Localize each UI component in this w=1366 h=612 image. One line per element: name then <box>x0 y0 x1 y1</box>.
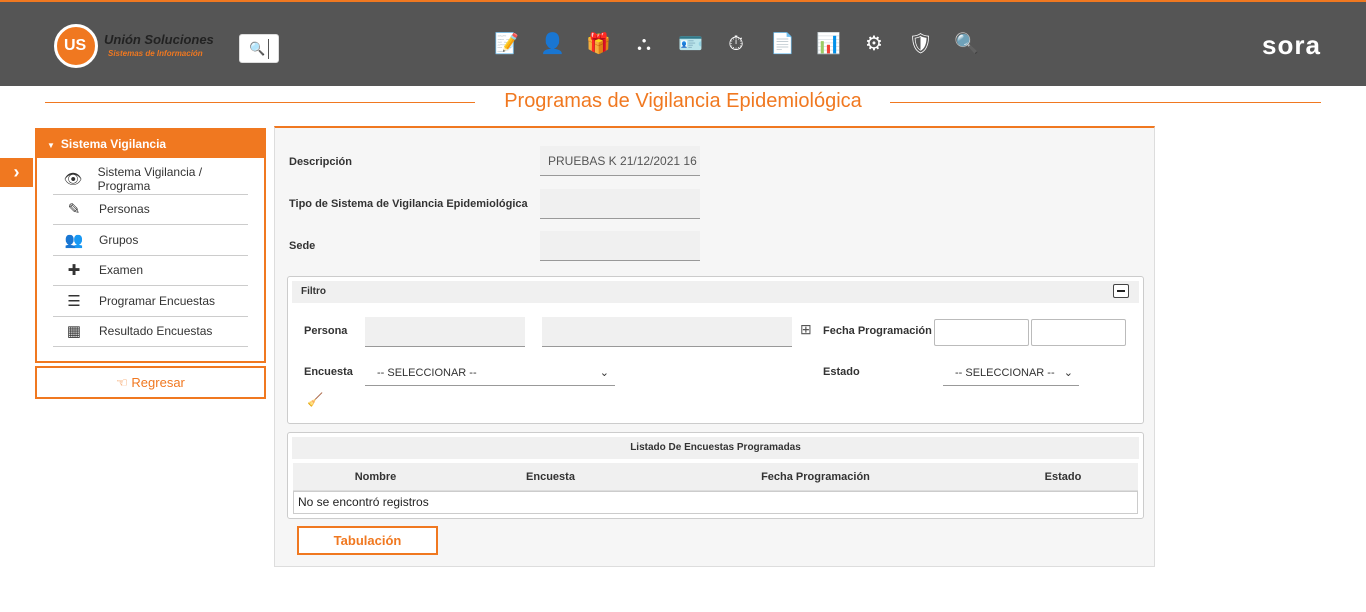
clear-filter-icon[interactable]: 🧹 <box>307 392 323 408</box>
brand-logo: sora <box>1262 30 1321 60</box>
surveys-table-panel: Listado De Encuestas Programadas Nombre … <box>287 432 1144 519</box>
persona-id-input[interactable] <box>365 317 525 347</box>
sidebar-menu: 👁 Sistema Vigilancia / Programa ✎ Personas 👥… <box>37 158 264 347</box>
sidebar-item-label: Grupos <box>99 232 139 247</box>
search-divider <box>268 39 269 59</box>
table-title: Listado De Encuestas Programadas <box>292 437 1139 459</box>
title-rule-right <box>890 102 1321 103</box>
sidebar-title: Sistema Vigilancia <box>60 137 167 151</box>
medkit-shield-icon[interactable]: 🛡 <box>908 32 933 56</box>
estado-label: Estado <box>823 366 860 378</box>
top-bar: US Unión Soluciones Sistemas de Informac… <box>0 0 1366 86</box>
sidebar-item-3[interactable]: 👥 Grupos <box>53 225 248 256</box>
caret-down-icon: ▼ <box>47 141 55 150</box>
sidebar-item-6[interactable]: ▦ Resultado Encuestas <box>53 317 248 347</box>
back-hand-icon: ☜ <box>116 375 128 390</box>
search-icon: 🔍 <box>249 41 266 56</box>
persona-name-input[interactable] <box>542 317 792 347</box>
tabulacion-button[interactable]: Tabulación <box>297 526 438 555</box>
encuesta-label: Encuesta <box>304 366 353 378</box>
logo-subtitle: Sistemas de Información <box>108 49 203 58</box>
sidebar-item-label: Sistema Vigilancia / Programa <box>97 164 203 193</box>
company-logo[interactable]: US Unión Soluciones Sistemas de Informac… <box>54 22 224 70</box>
search-button[interactable]: 🔍 <box>239 34 279 63</box>
sidebar-toggle-button[interactable]: › <box>0 158 33 187</box>
sidebar-item-label: Examen <box>99 263 144 278</box>
sidebar-item-label: Resultado Encuestas <box>99 324 213 339</box>
users-icon: 👥 <box>64 231 84 249</box>
encuesta-select[interactable]: -- SELECCIONAR -- ⌄ <box>365 360 615 386</box>
main-panel: Descripción PRUEBAS K 21/12/2021 16 Tipo… <box>274 126 1155 567</box>
presentation-icon[interactable]: 📊 <box>816 32 841 56</box>
medical-cross-icon: ✚ <box>67 262 81 280</box>
descripcion-label: Descripción <box>289 156 352 168</box>
chevron-right-icon: › <box>13 162 20 182</box>
gears-icon[interactable]: ⚙ <box>862 32 886 56</box>
empty-message: No se encontró registros <box>293 491 1138 514</box>
sede-label: Sede <box>289 240 316 252</box>
fecha-label: Fecha Programación <box>823 325 932 337</box>
tipo-label: Tipo de Sistema de Vigilancia Epidemioló… <box>289 198 528 210</box>
sidebar-item-label: Programar Encuestas <box>99 293 216 308</box>
module-toolbar: 📝 👤 🎁 ⛬ 🪪 ⏱ 📄 📊 ⚙ 🛡 🔍 <box>494 32 1000 58</box>
user-doctor-icon[interactable]: 👤 <box>540 32 565 56</box>
title-rule-left <box>45 102 475 103</box>
sidebar-item-label: Personas <box>99 202 150 217</box>
document-edit-icon[interactable]: 📝 <box>494 32 519 56</box>
descripcion-field[interactable]: PRUEBAS K 21/12/2021 16 <box>540 146 700 176</box>
report-list-icon[interactable]: 📄 <box>770 32 795 56</box>
stopwatch-icon[interactable]: ⏱ <box>724 32 748 56</box>
persona-label: Persona <box>304 325 348 337</box>
sidebar-item-5[interactable]: ☰ Programar Encuestas <box>53 286 248 317</box>
filter-header: Filtro <box>292 281 1139 303</box>
estado-select-value: -- SELECCIONAR -- <box>955 367 1055 379</box>
fecha-desde-input[interactable] <box>934 319 1029 346</box>
sidebar-item-2[interactable]: ✎ Personas <box>53 195 248 225</box>
sidebar: ▼ Sistema Vigilancia 👁 Sistema Vigilancia … <box>35 128 266 363</box>
tipo-field[interactable] <box>540 189 700 219</box>
column-estado[interactable]: Estado <box>988 463 1138 490</box>
logo-name: Unión Soluciones <box>104 32 214 47</box>
filter-title: Filtro <box>301 286 326 297</box>
encuesta-select-value: -- SELECCIONAR -- <box>377 367 477 379</box>
sede-field[interactable] <box>540 231 700 261</box>
column-fecha-programacion[interactable]: Fecha Programación <box>643 463 988 490</box>
filter-panel: Filtro Persona ⊞ Fecha Programación Encu… <box>287 276 1144 424</box>
list-icon: ☰ <box>67 292 81 310</box>
gift-icon[interactable]: 🎁 <box>586 32 611 56</box>
eye-icon: 👁 <box>63 170 83 188</box>
estado-select[interactable]: -- SELECCIONAR -- ⌄ <box>943 360 1079 386</box>
inspection-icon[interactable]: 🔍 <box>954 32 979 56</box>
table-header-row: Nombre Encuesta Fecha Programación Estad… <box>293 463 1138 491</box>
chevron-down-icon: ⌄ <box>1063 367 1073 379</box>
logo-mark: US <box>54 24 98 68</box>
back-button[interactable]: ☜ Regresar <box>35 366 266 399</box>
sidebar-item-1[interactable]: 👁 Sistema Vigilancia / Programa <box>53 164 248 195</box>
sidebar-item-4[interactable]: ✚ Examen <box>53 256 248 286</box>
grid-icon: ▦ <box>66 323 82 341</box>
chevron-down-icon: ⌄ <box>599 367 609 379</box>
minus-icon <box>1117 290 1125 292</box>
calendar-add-icon[interactable]: ⊞ <box>800 321 812 338</box>
column-nombre[interactable]: Nombre <box>293 463 458 490</box>
column-encuesta[interactable]: Encuesta <box>458 463 643 490</box>
sidebar-header[interactable]: ▼ Sistema Vigilancia <box>37 130 264 158</box>
edit-icon: ✎ <box>67 201 81 219</box>
user-id-icon[interactable]: 🪪 <box>678 32 703 56</box>
hierarchy-icon[interactable]: ⛬ <box>632 32 656 56</box>
fecha-hasta-input[interactable] <box>1031 319 1126 346</box>
page-title: Programas de Vigilancia Epidemiológica <box>504 90 862 112</box>
collapse-button[interactable] <box>1113 284 1129 298</box>
back-label: Regresar <box>131 375 185 390</box>
